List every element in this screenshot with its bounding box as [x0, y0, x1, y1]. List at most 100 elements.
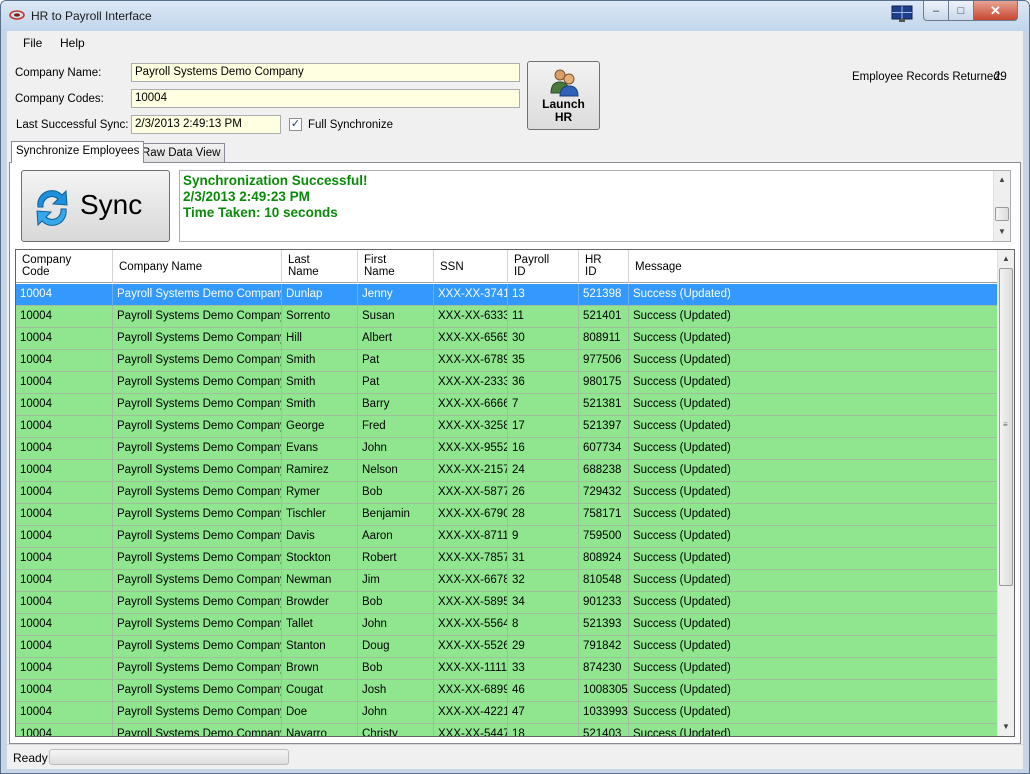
grid-scrollbar[interactable]: ▲ ≡ ▼	[997, 250, 1014, 736]
cell-message[interactable]: Success (Updated)	[629, 592, 998, 614]
cell-payroll-id[interactable]: 28	[508, 504, 579, 526]
cell-first-name[interactable]: Bob	[358, 482, 434, 504]
full-sync-checkbox[interactable]: ✓	[289, 118, 302, 131]
cell-message[interactable]: Success (Updated)	[629, 636, 998, 658]
sync-button[interactable]: Sync	[21, 170, 170, 242]
cell-company-name[interactable]: Payroll Systems Demo Company 4	[113, 306, 282, 328]
cell-hr-id[interactable]: 1008305	[579, 680, 629, 702]
col-header-last-name[interactable]: Last Name	[282, 250, 358, 283]
cell-first-name[interactable]: Jenny	[358, 284, 434, 306]
cell-company-code[interactable]: 10004	[16, 680, 113, 702]
cell-hr-id[interactable]: 521403	[579, 724, 629, 736]
table-row[interactable]: 10004 Payroll Systems Demo Company 4 Talle…	[16, 614, 998, 636]
cell-last-name[interactable]: Newman	[282, 570, 358, 592]
last-sync-field[interactable]: 2/3/2013 2:49:13 PM	[131, 115, 281, 134]
cell-hr-id[interactable]: 808911	[579, 328, 629, 350]
col-header-ssn[interactable]: SSN	[434, 250, 508, 283]
cell-first-name[interactable]: Susan	[358, 306, 434, 328]
minimize-button[interactable]: –	[923, 1, 949, 21]
cell-ssn[interactable]: XXX-XX-5526	[434, 636, 508, 658]
cell-company-code[interactable]: 10004	[16, 394, 113, 416]
title-bar[interactable]: HR to Payroll Interface – □ ✕	[1, 1, 1029, 31]
company-name-field[interactable]: Payroll Systems Demo Company	[131, 63, 520, 82]
cell-last-name[interactable]: Smith	[282, 394, 358, 416]
cell-payroll-id[interactable]: 24	[508, 460, 579, 482]
cell-company-code[interactable]: 10004	[16, 724, 113, 736]
cell-ssn[interactable]: XXX-XX-6899	[434, 680, 508, 702]
cell-hr-id[interactable]: 874230	[579, 658, 629, 680]
table-row[interactable]: 10004 Payroll Systems Demo Company 4 Newma…	[16, 570, 998, 592]
table-row[interactable]: 10004 Payroll Systems Demo Company 4 Stock…	[16, 548, 998, 570]
cell-company-name[interactable]: Payroll Systems Demo Company 4	[113, 504, 282, 526]
table-row[interactable]: 10004 Payroll Systems Demo Company 4 Smith…	[16, 372, 998, 394]
cell-company-code[interactable]: 10004	[16, 482, 113, 504]
cell-company-name[interactable]: Payroll Systems Demo Company 4	[113, 548, 282, 570]
status-scrollbar[interactable]: ▲ ▼	[993, 171, 1010, 241]
cell-first-name[interactable]: Josh	[358, 680, 434, 702]
cell-company-code[interactable]: 10004	[16, 570, 113, 592]
cell-ssn[interactable]: XXX-XX-6565	[434, 328, 508, 350]
cell-first-name[interactable]: John	[358, 702, 434, 724]
close-button[interactable]: ✕	[974, 1, 1018, 21]
cell-last-name[interactable]: Brown	[282, 658, 358, 680]
maximize-button[interactable]: □	[949, 1, 974, 21]
cell-hr-id[interactable]: 729432	[579, 482, 629, 504]
cell-ssn[interactable]: XXX-XX-5447	[434, 724, 508, 736]
cell-ssn[interactable]: XXX-XX-9552	[434, 438, 508, 460]
scroll-down-arrow-icon[interactable]: ▼	[998, 227, 1006, 236]
cell-payroll-id[interactable]: 8	[508, 614, 579, 636]
cell-company-code[interactable]: 10004	[16, 548, 113, 570]
cell-payroll-id[interactable]: 13	[508, 284, 579, 306]
cell-company-code[interactable]: 10004	[16, 614, 113, 636]
cell-company-name[interactable]: Payroll Systems Demo Company 4	[113, 724, 282, 736]
menu-file[interactable]: File	[23, 36, 42, 50]
cell-hr-id[interactable]: 977506	[579, 350, 629, 372]
table-row[interactable]: 10004 Payroll Systems Demo Company 4 Tisch…	[16, 504, 998, 526]
cell-company-code[interactable]: 10004	[16, 306, 113, 328]
table-row[interactable]: 10004 Payroll Systems Demo Company 4 Stant…	[16, 636, 998, 658]
table-row[interactable]: 10004 Payroll Systems Demo Company 4 Navar…	[16, 724, 998, 736]
cell-ssn[interactable]: XXX-XX-1111	[434, 658, 508, 680]
cell-company-name[interactable]: Payroll Systems Demo Company 4	[113, 482, 282, 504]
cell-first-name[interactable]: Pat	[358, 350, 434, 372]
cell-first-name[interactable]: John	[358, 614, 434, 636]
cell-message[interactable]: Success (Updated)	[629, 284, 998, 306]
cell-hr-id[interactable]: 688238	[579, 460, 629, 482]
cell-last-name[interactable]: Cougat	[282, 680, 358, 702]
cell-first-name[interactable]: Pat	[358, 372, 434, 394]
table-row[interactable]: 10004 Payroll Systems Demo Company 4 Hill A…	[16, 328, 998, 350]
cell-company-code[interactable]: 10004	[16, 592, 113, 614]
col-header-company-name[interactable]: Company Name	[113, 250, 282, 283]
cell-last-name[interactable]: Navarro	[282, 724, 358, 736]
cell-company-name[interactable]: Payroll Systems Demo Company 4	[113, 350, 282, 372]
cell-payroll-id[interactable]: 30	[508, 328, 579, 350]
scroll-up-arrow-icon[interactable]: ▲	[998, 175, 1006, 184]
cell-last-name[interactable]: Tallet	[282, 614, 358, 636]
cell-hr-id[interactable]: 607734	[579, 438, 629, 460]
cell-last-name[interactable]: Evans	[282, 438, 358, 460]
cell-hr-id[interactable]: 791842	[579, 636, 629, 658]
cell-company-name[interactable]: Payroll Systems Demo Company 4	[113, 416, 282, 438]
table-row[interactable]: 10004 Payroll Systems Demo Company 4 Couga…	[16, 680, 998, 702]
cell-payroll-id[interactable]: 11	[508, 306, 579, 328]
cell-hr-id[interactable]: 808924	[579, 548, 629, 570]
cell-payroll-id[interactable]: 29	[508, 636, 579, 658]
cell-company-code[interactable]: 10004	[16, 372, 113, 394]
cell-message[interactable]: Success (Updated)	[629, 614, 998, 636]
cell-payroll-id[interactable]: 31	[508, 548, 579, 570]
cell-first-name[interactable]: Bob	[358, 658, 434, 680]
cell-last-name[interactable]: Sorrento	[282, 306, 358, 328]
cell-last-name[interactable]: Smith	[282, 372, 358, 394]
cell-payroll-id[interactable]: 9	[508, 526, 579, 548]
col-header-payroll-id[interactable]: Payroll ID	[508, 250, 579, 283]
cell-last-name[interactable]: Rymer	[282, 482, 358, 504]
cell-last-name[interactable]: George	[282, 416, 358, 438]
cell-company-code[interactable]: 10004	[16, 526, 113, 548]
cell-message[interactable]: Success (Updated)	[629, 416, 998, 438]
cell-company-name[interactable]: Payroll Systems Demo Company 4	[113, 372, 282, 394]
cell-hr-id[interactable]: 980175	[579, 372, 629, 394]
col-header-first-name[interactable]: First Name	[358, 250, 434, 283]
cell-hr-id[interactable]: 521393	[579, 614, 629, 636]
cell-payroll-id[interactable]: 18	[508, 724, 579, 736]
cell-company-code[interactable]: 10004	[16, 504, 113, 526]
